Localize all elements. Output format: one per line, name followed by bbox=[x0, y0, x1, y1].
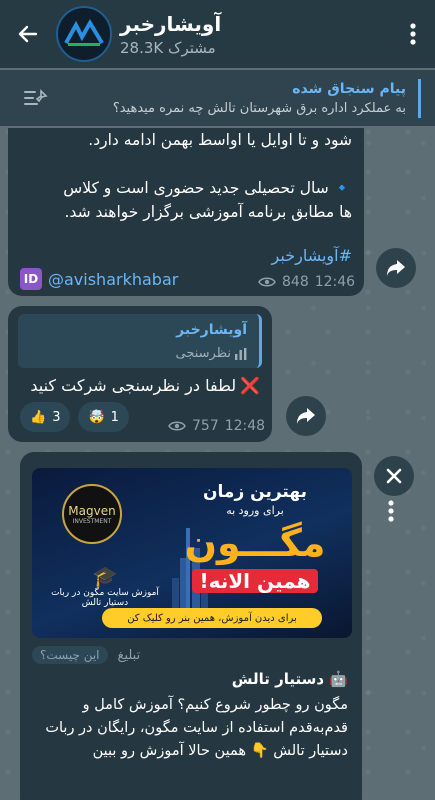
thumbs-up-icon: 👍 bbox=[30, 409, 47, 425]
robot-icon: 🤖 bbox=[329, 670, 348, 688]
message-meta: 757 12:48 bbox=[168, 418, 265, 434]
blue-diamond-icon: 🔹 bbox=[332, 179, 352, 197]
pinned-title: پیام سنجاق شده bbox=[292, 80, 406, 97]
banner-cta-text: برای دیدن آموزش، همین بنر رو کلیک کن bbox=[127, 612, 297, 624]
reaction-exploding-head[interactable]: 🤯 1 bbox=[78, 402, 129, 432]
graduation-cap-icon: 🎓 آموزش سایت مگون در ربات دستیار تالش bbox=[51, 564, 159, 608]
ad-sender-name: 🤖 دستیار تالش bbox=[232, 670, 348, 688]
ad-sender-label: دستیار تالش bbox=[231, 670, 325, 688]
channel-username-link[interactable]: @avisharkhabar bbox=[48, 270, 178, 289]
logo-subtitle: INVESTMENT bbox=[72, 517, 112, 525]
poll-icon bbox=[235, 347, 247, 360]
message-time: 12:46 bbox=[314, 274, 356, 290]
ad-more-menu-button[interactable] bbox=[388, 500, 394, 526]
message-text-line: شود و تا اوایل یا اواسط بهمن ادامه دارد. bbox=[88, 131, 352, 149]
banner-brand: مگـــون bbox=[184, 521, 326, 565]
banner-edu-text: آموزش سایت مگون در ربات دستیار تالش bbox=[51, 588, 159, 608]
pinned-list-button[interactable] bbox=[0, 88, 72, 108]
reply-subtitle: نظرسنجی bbox=[175, 346, 232, 361]
pinned-text: به عملکرد اداره برق شهرستان تالش چه نمره… bbox=[112, 100, 406, 116]
share-arrow-icon bbox=[297, 408, 315, 424]
ad-body-text: مگون رو چطور شروع کنیم؟ آموزش کامل و قدم… bbox=[45, 697, 348, 759]
red-x-icon: ❌ bbox=[240, 376, 260, 395]
close-ad-button[interactable] bbox=[374, 456, 414, 496]
reaction-thumbs-up[interactable]: 👍 3 bbox=[20, 402, 71, 432]
channel-title: آویشارخبر bbox=[120, 11, 222, 36]
close-icon bbox=[386, 468, 402, 484]
view-count: 848 bbox=[282, 274, 309, 290]
back-arrow-icon bbox=[18, 25, 38, 43]
banner-headline: بهترین زمان bbox=[203, 482, 307, 502]
ad-label: تبلیغ bbox=[117, 647, 141, 663]
share-button[interactable] bbox=[376, 248, 416, 288]
banner-subheadline: برای ورود به bbox=[226, 504, 284, 517]
pinned-message-bar[interactable]: پیام سنجاق شده به عملکرد اداره برق شهرست… bbox=[0, 70, 435, 126]
banner-now: همین الانه! bbox=[191, 569, 319, 593]
reply-author: آویشارخبر bbox=[176, 322, 247, 338]
chat-header: آویشارخبر 28.3K مشترک bbox=[0, 0, 435, 68]
banner-cta[interactable]: برای دیدن آموزش، همین بنر رو کلیک کن bbox=[102, 608, 322, 628]
message-meta: 848 12:46 bbox=[258, 274, 355, 290]
message-text-line: ها مطابق برنامه آموزشی برگزار خواهند شد. bbox=[64, 203, 352, 221]
magven-logo: Magven INVESTMENT bbox=[62, 484, 122, 544]
share-button[interactable] bbox=[286, 396, 326, 436]
sponsored-message[interactable]: Magven INVESTMENT 🎓 آموزش سایت مگون در ر… bbox=[20, 452, 362, 800]
message-text-line: سال تحصیلی جدید حضوری است و کلاس bbox=[63, 179, 329, 197]
reactions-row: 👍 3 🤯 1 bbox=[20, 402, 129, 432]
more-vertical-icon bbox=[388, 500, 394, 522]
what-is-this-button[interactable]: این چیست؟ bbox=[32, 646, 108, 664]
more-vertical-icon bbox=[410, 23, 416, 45]
message-time: 12:48 bbox=[224, 418, 266, 434]
view-count: 757 bbox=[192, 418, 219, 434]
channel-avatar[interactable] bbox=[56, 6, 112, 62]
message-bubble[interactable]: آویشارخبر نظرسنجی ❌ لطفا در نظرسنجی شرکت… bbox=[8, 306, 272, 442]
message-text: لطفا در نظرسنجی شرکت کنید bbox=[30, 376, 237, 395]
logo-name: Magven bbox=[68, 503, 116, 518]
back-button[interactable] bbox=[0, 0, 56, 68]
share-arrow-icon bbox=[387, 260, 405, 276]
message-bubble[interactable]: شود و تا اوایل یا اواسط بهمن ادامه دارد.… bbox=[8, 128, 364, 296]
hashtag-link[interactable]: #آویشارخبر bbox=[16, 246, 352, 265]
pin-list-icon bbox=[24, 89, 48, 105]
views-eye-icon bbox=[258, 277, 276, 287]
reaction-count: 3 bbox=[52, 409, 61, 425]
subscriber-count: 28.3K مشترک bbox=[120, 38, 216, 57]
channel-info[interactable]: آویشارخبر 28.3K مشترک bbox=[112, 12, 391, 57]
reply-preview[interactable]: آویشارخبر نظرسنجی bbox=[18, 314, 262, 368]
ad-banner-image[interactable]: Magven INVESTMENT 🎓 آموزش سایت مگون در ر… bbox=[32, 468, 352, 638]
more-menu-button[interactable] bbox=[391, 0, 435, 68]
id-badge-icon: ID bbox=[20, 268, 42, 290]
exploding-head-icon: 🤯 bbox=[88, 409, 105, 425]
views-eye-icon bbox=[168, 421, 186, 431]
reaction-count: 1 bbox=[110, 409, 119, 425]
